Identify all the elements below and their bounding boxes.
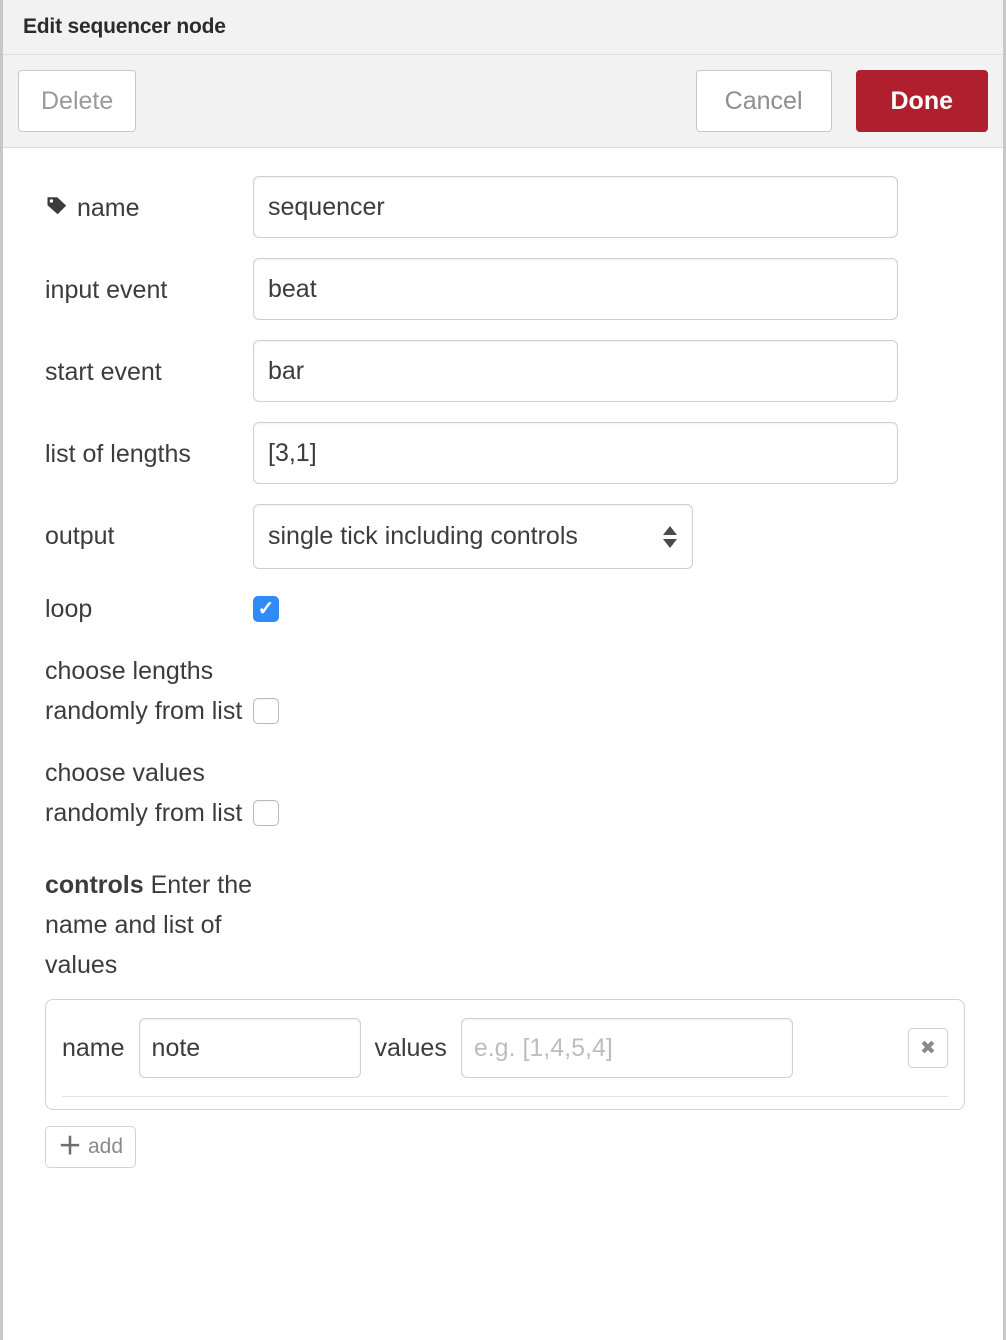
label-loop: loop — [45, 595, 93, 623]
field-loop-wrapper: ✓ — [253, 589, 983, 629]
cancel-button[interactable]: Cancel — [695, 70, 832, 132]
label-list-of-lengths: list of lengths — [45, 440, 191, 468]
controls-heading: controls — [45, 871, 144, 899]
delete-button[interactable]: Delete — [18, 70, 137, 132]
label-choose-values-randomly: choose values randomly from list — [45, 759, 243, 827]
label-input-event: input event — [45, 276, 168, 304]
add-control-label: add — [88, 1135, 124, 1158]
field-row-input-event: input event — [3, 258, 1003, 320]
dialog-body: name input event start event list of len… — [3, 148, 1003, 1340]
tag-icon — [45, 190, 69, 230]
control-values-input[interactable] — [460, 1018, 793, 1078]
field-row-choose-values-randomly: choose values randomly from list ✓ — [3, 753, 1003, 833]
field-row-name: name — [3, 176, 1003, 238]
field-row-start-event: start event — [3, 340, 1003, 402]
field-input-event-wrapper — [253, 258, 983, 320]
control-name-label: name — [62, 1033, 125, 1062]
control-row: name values ✖ — [62, 1018, 948, 1097]
edit-sequencer-dialog: Edit sequencer node Delete Cancel Done n… — [0, 0, 1006, 1340]
field-list-of-lengths-wrapper — [253, 422, 983, 484]
label-name-text: name — [77, 194, 140, 222]
label-choose-lengths-randomly: choose lengths randomly from list — [45, 657, 243, 725]
check-icon: ✓ — [257, 598, 275, 620]
field-output-wrapper: single tick including controls — [253, 504, 983, 569]
start-event-input[interactable] — [253, 340, 898, 402]
field-name-wrapper — [253, 176, 983, 238]
controls-panel: name values ✖ — [45, 999, 965, 1110]
field-choose-values-wrapper: ✓ — [253, 793, 983, 833]
control-values-label: values — [374, 1033, 447, 1062]
choose-values-randomly-checkbox[interactable]: ✓ — [253, 800, 279, 826]
loop-checkbox[interactable]: ✓ — [253, 596, 279, 622]
field-start-event-wrapper — [253, 340, 983, 402]
dialog-action-bar: Delete Cancel Done — [3, 55, 1003, 148]
list-of-lengths-input[interactable] — [253, 422, 898, 484]
choose-lengths-randomly-checkbox[interactable]: ✓ — [253, 698, 279, 724]
output-select-value: single tick including controls — [268, 522, 578, 550]
field-row-choose-lengths-randomly: choose lengths randomly from list ✓ — [3, 651, 1003, 731]
add-control-button[interactable]: ＋ add — [45, 1126, 137, 1168]
field-choose-lengths-wrapper: ✓ — [253, 691, 983, 731]
done-button[interactable]: Done — [855, 70, 988, 132]
output-select[interactable]: single tick including controls — [253, 504, 693, 569]
output-select-wrapper: single tick including controls — [253, 504, 693, 569]
label-output: output — [45, 522, 115, 550]
name-input[interactable] — [253, 176, 898, 238]
label-name: name — [45, 176, 253, 230]
input-event-input[interactable] — [253, 258, 898, 320]
dialog-titlebar: Edit sequencer node — [3, 0, 1003, 55]
field-row-output: output single tick including controls — [3, 504, 1003, 569]
field-row-loop: loop ✓ — [3, 589, 1003, 629]
controls-description: controls Enter the name and list of valu… — [3, 865, 273, 985]
remove-control-button[interactable]: ✖ — [908, 1028, 948, 1068]
field-row-list-of-lengths: list of lengths — [3, 422, 1003, 484]
plus-icon: ＋ — [58, 1133, 82, 1160]
label-start-event: start event — [45, 358, 162, 386]
control-name-input[interactable] — [138, 1018, 361, 1078]
dialog-title: Edit sequencer node — [23, 15, 226, 38]
